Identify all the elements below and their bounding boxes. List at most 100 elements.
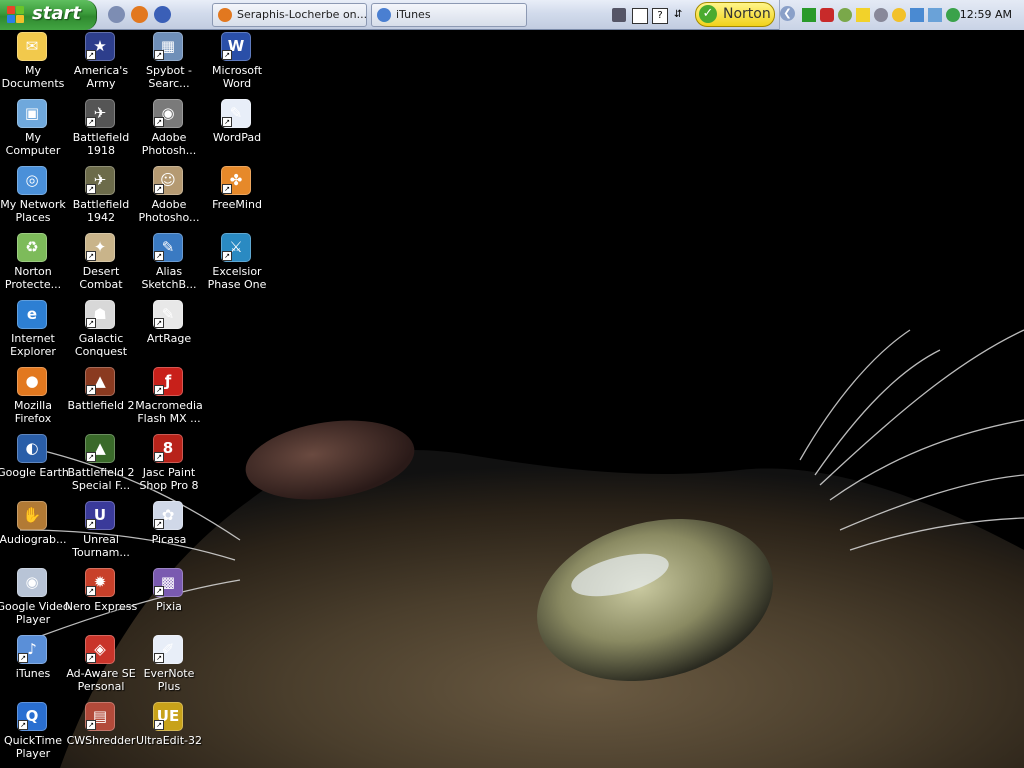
- messenger-icon[interactable]: [874, 8, 888, 22]
- battlefield-icon: ✈ ↗: [85, 99, 115, 128]
- desktop-shortcut[interactable]: ▤ ↗ CWShredder: [67, 700, 135, 760]
- icon-label: Desert Combat: [79, 265, 123, 291]
- shortcut-arrow-icon: ↗: [154, 720, 164, 730]
- shortcut-arrow-icon: ↗: [86, 519, 96, 529]
- shortcut-arrow-icon: ↗: [154, 653, 164, 663]
- desktop-shortcut[interactable]: ✿ ↗ Picasa: [136, 499, 202, 559]
- shortcut-arrow-icon: ↗: [86, 586, 96, 596]
- shortcut-arrow-icon: ↗: [18, 653, 28, 663]
- task-button-itunes[interactable]: iTunes: [371, 3, 527, 27]
- network-status-icon[interactable]: [802, 8, 816, 22]
- internet-explorer-icon: e: [17, 300, 47, 329]
- shortcut-arrow-icon: ↗: [154, 50, 164, 60]
- desktop-shortcut[interactable]: ◉ ↗ Adobe Photosh...: [136, 97, 202, 157]
- icon-label: Picasa: [151, 533, 187, 546]
- icon-label: Jasc Paint Shop Pro 8: [139, 466, 199, 492]
- google-tray-icon[interactable]: [946, 8, 960, 22]
- desktop-shortcut[interactable]: ✎ ↗ Alias SketchB...: [136, 231, 202, 291]
- desktop-shortcut[interactable]: ƒ ↗ Macromedia Flash MX ...: [135, 365, 203, 425]
- desktop-shortcut[interactable]: ☺ ↗ Adobe Photosho...: [136, 164, 202, 224]
- desktop-shortcut[interactable]: ⚔ ↗ Excelsior Phase One: [204, 231, 270, 291]
- desktop-shortcut[interactable]: ▲ ↗ Battlefield 2 Special F...: [68, 432, 134, 492]
- start-button[interactable]: start: [0, 0, 97, 30]
- shortcut-arrow-icon: ↗: [154, 452, 164, 462]
- desktop-shortcut[interactable]: U ↗ Unreal Tournam...: [68, 499, 134, 559]
- icon-glyph: ●: [25, 372, 39, 390]
- system-tray: ❮ 12:59 AM: [779, 0, 1024, 30]
- desktop-shortcut[interactable]: ◐ Google Earth: [0, 432, 69, 492]
- icon-label: FreeMind: [212, 198, 262, 211]
- desktop-shortcut[interactable]: ♪ ↗ iTunes: [0, 633, 66, 693]
- icon-label: QuickTime Player: [3, 734, 63, 760]
- icon-label: Battlefield 2: [67, 399, 135, 412]
- wordpad-icon: ✎ ↗: [221, 99, 251, 128]
- task-label: Seraphis-Locherbe on...: [237, 8, 367, 21]
- network-tray-icon[interactable]: [910, 8, 924, 22]
- pixia-icon: ▩ ↗: [153, 568, 183, 597]
- help-icon[interactable]: ?: [652, 8, 668, 24]
- desktop-shortcut[interactable]: ✹ ↗ Nero Express: [65, 566, 137, 626]
- desktop-tool-icon[interactable]: [632, 8, 648, 24]
- pen-icon[interactable]: [612, 8, 626, 22]
- tray-app-icon[interactable]: [838, 8, 852, 22]
- icon-label: Mozilla Firefox: [14, 399, 52, 425]
- icon-label: Macromedia Flash MX ...: [135, 399, 203, 425]
- desktop-shortcut[interactable]: 8 ↗ Jasc Paint Shop Pro 8: [136, 432, 202, 492]
- my-computer-icon: ▣: [17, 99, 47, 128]
- desktop-shortcut[interactable]: ◈ ↗ Ad-Aware SE Personal: [66, 633, 136, 693]
- check-icon: ✓: [699, 5, 717, 23]
- desktop-shortcut[interactable]: ✉ My Documents: [0, 30, 66, 90]
- itunes-icon: [377, 8, 391, 22]
- shortcut-arrow-icon: ↗: [154, 519, 164, 529]
- desktop-shortcut[interactable]: ✤ ↗ FreeMind: [204, 164, 270, 224]
- shortcut-arrow-icon: ↗: [154, 117, 164, 127]
- toolbar-menu-icon[interactable]: ⇵: [674, 8, 684, 22]
- norton-tray-icon[interactable]: [892, 8, 906, 22]
- icon-label: Google Earth: [0, 466, 69, 479]
- desktop-shortcut[interactable]: W ↗ Microsoft Word: [204, 30, 270, 90]
- wireless-icon[interactable]: [928, 8, 942, 22]
- shortcut-arrow-icon: ↗: [86, 318, 96, 328]
- icon-label: UltraEdit-32: [136, 734, 202, 747]
- desktop-shortcut[interactable]: ▣ My Computer: [0, 97, 66, 157]
- desktop-shortcut[interactable]: ▩ ↗ Pixia: [136, 566, 202, 626]
- traffic-light-icon[interactable]: [820, 8, 834, 22]
- desktop-shortcut[interactable]: ✎ ↗ WordPad: [204, 97, 270, 157]
- norton-button[interactable]: ✓ Norton: [695, 2, 775, 27]
- desktop-shortcut[interactable]: ▲ ↗ Battlefield 2: [68, 365, 134, 425]
- desktop-shortcut[interactable]: ✋ Audiograb...: [0, 499, 66, 559]
- desktop-shortcut[interactable]: ✐ ↗ EverNote Plus: [136, 633, 202, 693]
- norton-label: Norton: [723, 6, 771, 22]
- show-desktop-icon[interactable]: [108, 6, 125, 23]
- media-player-icon[interactable]: [154, 6, 171, 23]
- icon-label: Battlefield 1942: [72, 198, 130, 224]
- desktop-shortcut[interactable]: ◎ My Network Places: [0, 164, 66, 224]
- desktop-shortcut[interactable]: ✦ ↗ Desert Combat: [68, 231, 134, 291]
- americas-army-icon: ★ ↗: [85, 32, 115, 61]
- desktop-shortcut[interactable]: UE ↗ UltraEdit-32: [136, 700, 202, 760]
- desktop-shortcut[interactable]: ✈ ↗ Battlefield 1942: [68, 164, 134, 224]
- icon-label: My Network Places: [0, 198, 66, 224]
- desktop-shortcut[interactable]: e Internet Explorer: [0, 298, 66, 358]
- taskbar: start Seraphis-Locherbe on... iTunes ? ⇵…: [0, 0, 1024, 30]
- desktop-shortcut[interactable]: ● Mozilla Firefox: [0, 365, 66, 425]
- firefox-icon: ●: [17, 367, 47, 396]
- shortcut-arrow-icon: ↗: [222, 50, 232, 60]
- chevron-left-icon[interactable]: ❮: [780, 6, 795, 21]
- desktop-shortcut[interactable]: ☗ ↗ Galactic Conquest: [68, 298, 134, 358]
- clock[interactable]: 12:59 AM: [960, 8, 1012, 21]
- warning-icon[interactable]: [856, 8, 870, 22]
- task-button-firefox[interactable]: Seraphis-Locherbe on...: [212, 3, 367, 27]
- firefox-icon[interactable]: [131, 6, 148, 23]
- desktop-shortcut[interactable]: ✈ ↗ Battlefield 1918: [68, 97, 134, 157]
- desktop-shortcut[interactable]: ▦ ↗ Spybot - Searc...: [136, 30, 202, 90]
- desktop-shortcut[interactable]: Q ↗ QuickTime Player: [0, 700, 66, 760]
- desktop-shortcut[interactable]: ✎ ↗ ArtRage: [136, 298, 202, 358]
- shortcut-arrow-icon: ↗: [154, 251, 164, 261]
- battlefield-icon: ▲ ↗: [85, 434, 115, 463]
- desktop-shortcut[interactable]: ◉ Google Video Player: [0, 566, 70, 626]
- desktop-shortcut[interactable]: ♻ Norton Protecte...: [0, 231, 66, 291]
- desktop-shortcut[interactable]: ★ ↗ America's Army: [68, 30, 134, 90]
- icon-glyph: ◐: [25, 439, 39, 457]
- unreal-icon: U ↗: [85, 501, 115, 530]
